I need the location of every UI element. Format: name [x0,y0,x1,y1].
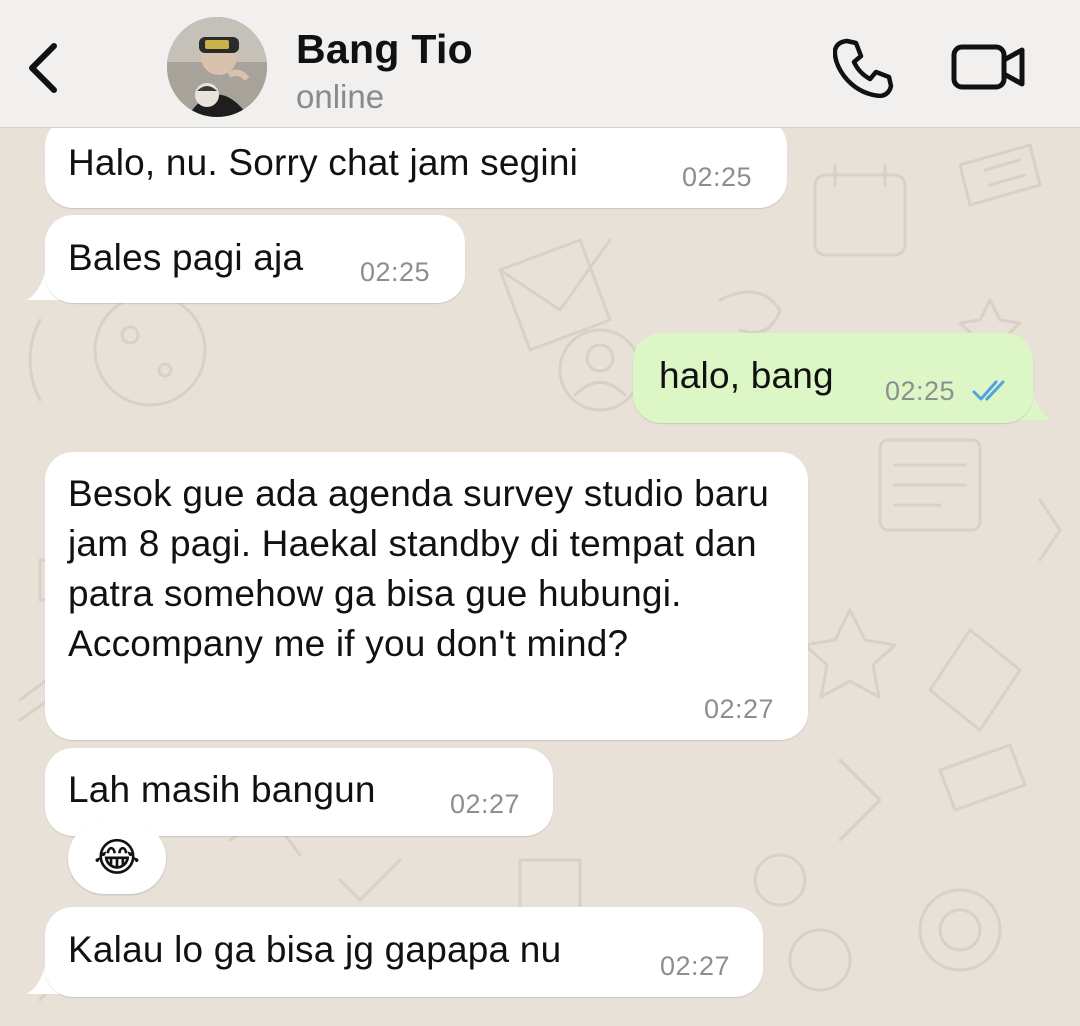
message-text: Halo, nu. Sorry chat jam segini [68,142,579,183]
message-time: 02:27 [660,951,731,981]
message-text: Kalau lo ga bisa jg gapapa nu [68,929,562,970]
voice-call-button[interactable] [832,36,895,99]
message-text: halo, bang [659,355,834,396]
message-bubble-incoming[interactable]: Bales pagi aja 02:25 [45,215,465,303]
message-bubble-incoming[interactable]: Kalau lo ga bisa jg gapapa nu 02:27 [45,907,763,997]
video-camera-icon [951,44,1025,90]
phone-icon [832,38,894,99]
avatar[interactable] [167,17,267,117]
reaction-badge[interactable]: 😂 [68,822,166,894]
chat-header: Bang Tio online [0,0,1080,128]
back-button[interactable] [22,38,66,98]
message-text: Bales pagi aja [68,237,304,278]
message-time: 02:27 [450,789,521,819]
message-bubble-incoming[interactable]: Besok gue ada agenda survey studio baru … [45,452,808,740]
message-bubble-outgoing[interactable]: halo, bang 02:25 [633,333,1033,423]
double-check-icon [972,380,1005,401]
chevron-left-icon [29,43,57,93]
video-call-button[interactable] [950,42,1028,92]
avatar-photo [167,17,267,117]
message-bubble-incoming[interactable]: Halo, nu. Sorry chat jam segini 02:25 [45,118,787,208]
message-time: 02:25 [360,257,431,287]
contact-status: online [296,78,385,115]
laughing-emoji-icon: 😂 [93,836,141,880]
message-text: Lah masih bangun [68,769,376,810]
contact-name[interactable]: Bang Tio [296,26,473,73]
message-time: 02:25 [682,162,753,192]
message-time: 02:27 [704,694,775,724]
message-time: 02:25 [885,376,956,406]
message-text: Besok gue ada agenda survey studio baru … [68,473,770,664]
